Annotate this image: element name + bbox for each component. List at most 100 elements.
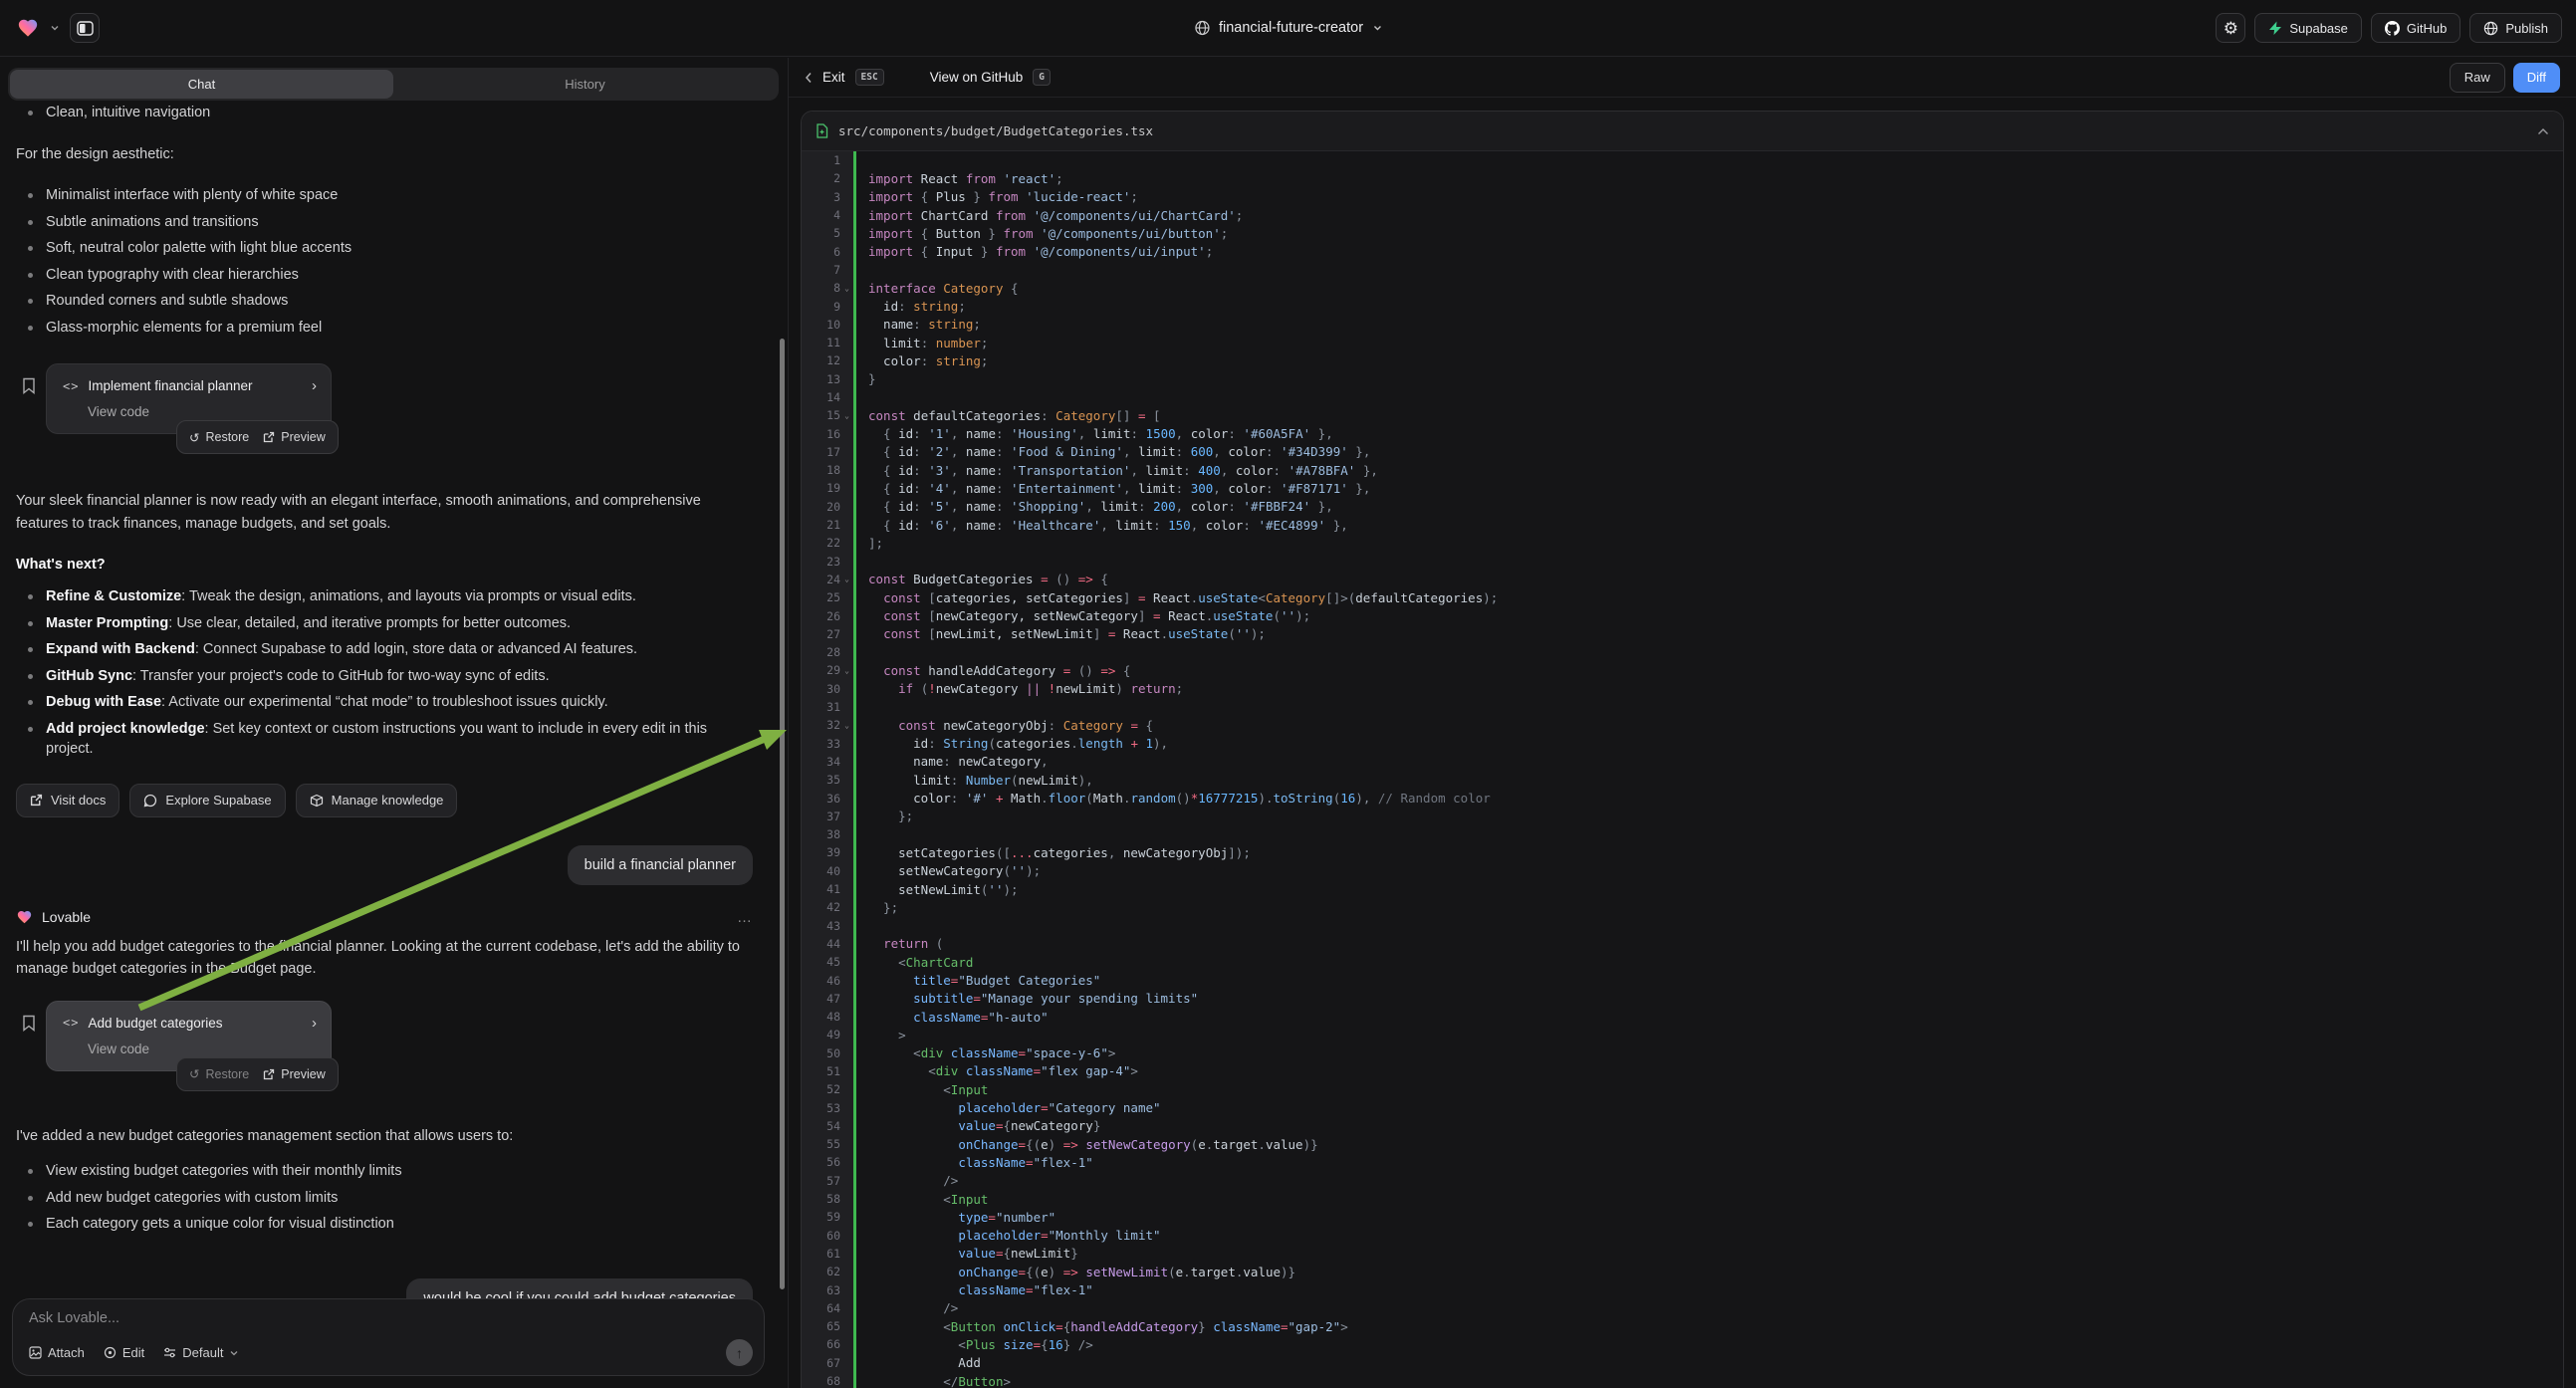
send-button[interactable]: ↑ xyxy=(726,1339,753,1366)
edit-button[interactable]: Edit xyxy=(104,1345,144,1360)
code-line: 47 subtitle="Manage your spending limits… xyxy=(802,990,2563,1008)
bullet-dot xyxy=(28,220,33,225)
list-item: Subtle animations and transitions xyxy=(16,212,753,233)
model-selector[interactable]: Default xyxy=(163,1345,239,1360)
code-line: 32⌄ const newCategoryObj: Category = { xyxy=(802,716,2563,734)
card-hover-toolbar: ↺Restore Preview xyxy=(176,1057,339,1091)
assistant-name: Lovable xyxy=(42,909,728,925)
restore-icon: ↺ xyxy=(189,430,199,445)
bullet-dot xyxy=(28,647,33,652)
code-lines[interactable]: 12import React from 'react';3import { Pl… xyxy=(802,151,2563,1388)
package-icon xyxy=(310,794,324,808)
tab-chat[interactable]: Chat xyxy=(10,70,393,99)
assistant-summary-paragraph: I've added a new budget categories manag… xyxy=(16,1125,753,1148)
more-options-icon[interactable]: … xyxy=(737,909,753,926)
list-item: Expand with Backend: Connect Supabase to… xyxy=(16,639,753,660)
github-button[interactable]: GitHub xyxy=(2371,13,2460,43)
chevron-right-icon[interactable]: › xyxy=(312,377,317,394)
visit-docs-button[interactable]: Visit docs xyxy=(16,784,119,817)
workspace-chevron-down-icon[interactable] xyxy=(50,23,60,33)
code-line: 34 name: newCategory, xyxy=(802,753,2563,771)
explore-supabase-button[interactable]: Explore Supabase xyxy=(129,784,285,817)
view-on-github-button[interactable]: View on GitHub xyxy=(930,70,1024,85)
code-line: 15⌄const defaultCategories: Category[] =… xyxy=(802,406,2563,424)
code-line: 66 <Plus size={16} /> xyxy=(802,1335,2563,1353)
file-header[interactable]: src/components/budget/BudgetCategories.t… xyxy=(802,112,2563,151)
code-line: 3import { Plus } from 'lucide-react'; xyxy=(802,188,2563,206)
code-line: 61 value={newLimit} xyxy=(802,1245,2563,1263)
toggle-sidebar-button[interactable] xyxy=(70,13,100,43)
attach-button[interactable]: Attach xyxy=(29,1345,85,1360)
preview-button[interactable]: Preview xyxy=(263,1067,325,1081)
version-card-add-budget-categories[interactable]: <> Add budget categories › View code ↺Re… xyxy=(46,1001,332,1071)
code-line: 21 { id: '6', name: 'Healthcare', limit:… xyxy=(802,516,2563,534)
view-code-link[interactable]: View code xyxy=(88,1041,317,1056)
tab-history[interactable]: History xyxy=(393,70,777,99)
code-line: 4import ChartCard from '@/components/ui/… xyxy=(802,206,2563,224)
code-icon: <> xyxy=(63,1016,79,1030)
esc-key-badge: ESC xyxy=(855,69,884,86)
bookmark-icon[interactable] xyxy=(22,1015,36,1032)
chat-input[interactable] xyxy=(29,1310,750,1334)
restore-button[interactable]: ↺Restore xyxy=(189,1066,249,1081)
settings-button[interactable]: ⚙ xyxy=(2216,13,2245,43)
chat-scroll-area[interactable]: Clean, intuitive navigation For the desi… xyxy=(0,103,787,1318)
code-line: 31 xyxy=(802,698,2563,716)
code-line: 45 <ChartCard xyxy=(802,953,2563,971)
publish-button[interactable]: Publish xyxy=(2469,13,2562,43)
file-diff-card: src/components/budget/BudgetCategories.t… xyxy=(801,111,2564,1388)
user-message-row: build a financial planner xyxy=(16,845,753,885)
diff-toggle[interactable]: Diff xyxy=(2513,63,2560,93)
chat-scrollbar[interactable] xyxy=(780,339,785,1289)
exit-button[interactable]: Exit xyxy=(822,70,845,85)
view-code-link[interactable]: View code xyxy=(88,404,317,419)
list-item: Minimalist interface with plenty of whit… xyxy=(16,185,753,206)
code-line: 2import React from 'react'; xyxy=(802,169,2563,187)
sliders-icon xyxy=(163,1346,176,1359)
bookmark-icon[interactable] xyxy=(22,377,36,394)
bullet-dot xyxy=(28,193,33,198)
bullet-dot xyxy=(28,299,33,304)
lovable-heart-icon xyxy=(16,909,33,925)
restore-button[interactable]: ↺Restore xyxy=(189,430,249,445)
bullet-dot xyxy=(28,246,33,251)
external-link-icon xyxy=(30,794,43,807)
gear-icon: ⚙ xyxy=(2224,20,2238,37)
list-item: Glass-morphic elements for a premium fee… xyxy=(16,318,753,339)
scrollback-list: Clean, intuitive navigation xyxy=(16,103,753,123)
supabase-button[interactable]: Supabase xyxy=(2254,13,2362,43)
code-line: 19 { id: '4', name: 'Entertainment', lim… xyxy=(802,479,2563,497)
image-icon xyxy=(29,1346,42,1359)
collapse-chevron-up-icon[interactable] xyxy=(2537,127,2549,135)
code-line: 30 if (!newCategory || !newLimit) return… xyxy=(802,680,2563,698)
added-bullet-list: View existing budget categories with the… xyxy=(16,1161,753,1235)
project-switcher[interactable]: financial-future-creator xyxy=(1194,20,1382,36)
code-line: 41 setNewLimit(''); xyxy=(802,880,2563,898)
bullet-dot xyxy=(28,1222,33,1227)
code-line: 68 </Button> xyxy=(802,1372,2563,1388)
card-hover-toolbar: ↺Restore Preview xyxy=(176,420,339,454)
bullet-dot xyxy=(28,621,33,626)
bullet-dot xyxy=(28,727,33,732)
assistant-intro-paragraph: I'll help you add budget categories to t… xyxy=(16,936,753,981)
external-link-icon xyxy=(263,1068,275,1080)
code-line: 10 name: string; xyxy=(802,316,2563,334)
code-line: 44 return ( xyxy=(802,935,2563,953)
list-item: Clean, intuitive navigation xyxy=(16,103,753,123)
list-item: Add new budget categories with custom li… xyxy=(16,1188,753,1209)
code-line: 8⌄interface Category { xyxy=(802,279,2563,297)
manage-knowledge-button[interactable]: Manage knowledge xyxy=(296,784,458,817)
list-item: Refine & Customize: Tweak the design, an… xyxy=(16,586,753,607)
version-card-implement-financial-planner[interactable]: <> Implement financial planner › View co… xyxy=(46,363,332,434)
version-card-2-wrap: <> Add budget categories › View code ↺Re… xyxy=(20,1001,753,1071)
version-card-1-wrap: <> Implement financial planner › View co… xyxy=(20,363,753,434)
lovable-logo-heart-icon[interactable] xyxy=(16,17,40,39)
code-line: 49 > xyxy=(802,1026,2563,1043)
chevron-right-icon[interactable]: › xyxy=(312,1015,317,1032)
code-line: 28 xyxy=(802,643,2563,661)
bullet-dot xyxy=(28,1169,33,1174)
preview-button[interactable]: Preview xyxy=(263,430,325,444)
code-line: 20 { id: '5', name: 'Shopping', limit: 2… xyxy=(802,498,2563,516)
added-file-icon xyxy=(816,123,828,138)
raw-toggle[interactable]: Raw xyxy=(2450,63,2505,93)
